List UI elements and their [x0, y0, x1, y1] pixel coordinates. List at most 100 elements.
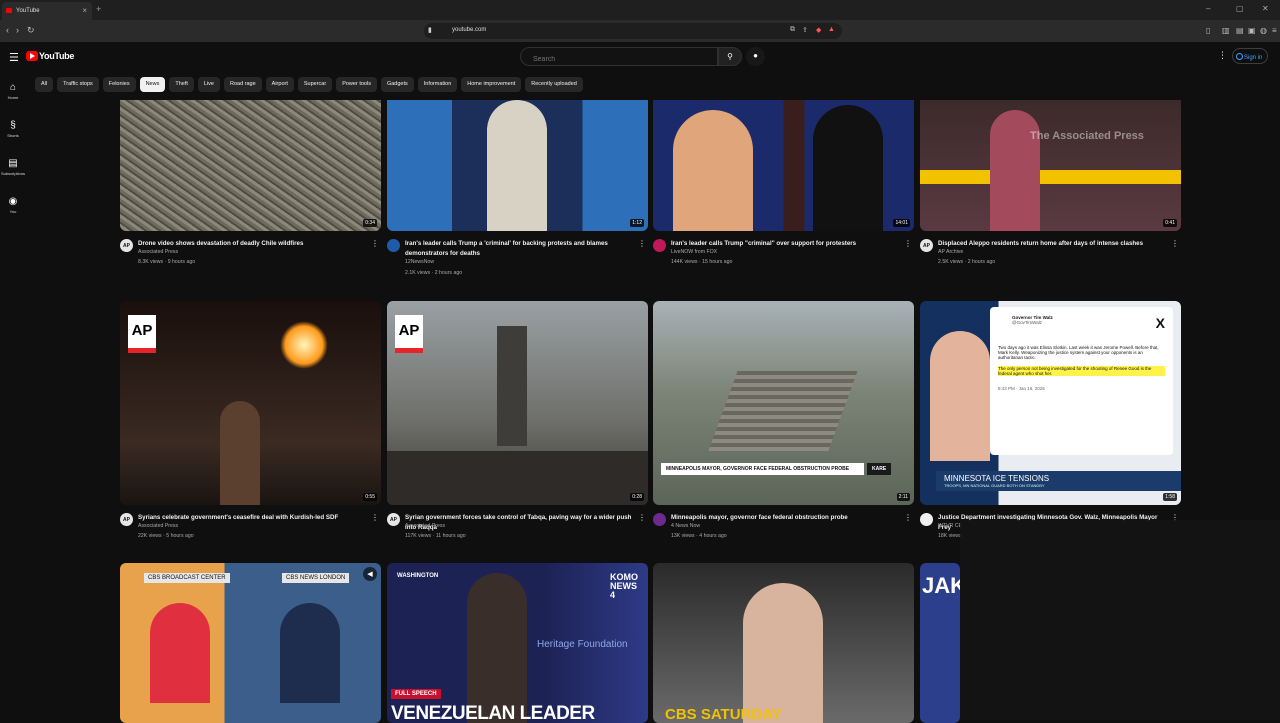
- share-icon[interactable]: ⇪: [802, 26, 808, 34]
- more-options-icon[interactable]: ⋮: [904, 513, 912, 522]
- channel-avatar[interactable]: [387, 239, 400, 252]
- channel-avatar[interactable]: AP: [120, 513, 133, 526]
- url-text[interactable]: youtube.com: [452, 27, 486, 33]
- video-thumbnail[interactable]: The Associated Press 0:41: [920, 100, 1181, 231]
- video-title[interactable]: Iran's leader calls Trump a 'criminal' f…: [405, 239, 637, 259]
- sidebar-item-home[interactable]: ⌂ Home: [0, 82, 26, 100]
- video-thumbnail[interactable]: CBS SATURDAY: [653, 563, 914, 723]
- extensions-icon[interactable]: ▥: [1222, 26, 1230, 35]
- video-card[interactable]: JAK: [920, 563, 960, 723]
- search-input[interactable]: [521, 51, 711, 63]
- mute-icon[interactable]: ◀: [363, 567, 377, 581]
- sidebar-item-subscriptions[interactable]: ▤ Subscriptions: [0, 158, 26, 176]
- minimize-icon[interactable]: –: [1206, 4, 1210, 13]
- channel-avatar[interactable]: AP: [120, 239, 133, 252]
- profile-icon[interactable]: ◍: [1260, 26, 1267, 35]
- wallet-icon[interactable]: ▣: [1248, 26, 1256, 35]
- video-card[interactable]: AP 0:55 AP Syrians celebrate government'…: [120, 301, 381, 555]
- video-thumbnail[interactable]: WASHINGTON KOMO NEWS 4 Heritage Foundati…: [387, 563, 648, 723]
- chip-home-improvement[interactable]: Home improvement: [461, 77, 522, 92]
- more-options-icon[interactable]: ⋮: [638, 239, 646, 248]
- video-thumbnail[interactable]: JAK: [920, 563, 960, 723]
- video-card[interactable]: 1:12 Iran's leader calls Trump a 'crimin…: [387, 100, 648, 281]
- channel-name[interactable]: LiveNOW from FOX: [671, 249, 717, 255]
- video-card[interactable]: X Governor Tim Walz @GovTimWalz Two days…: [920, 301, 1181, 555]
- video-card[interactable]: AP 0:28 AP Syrian government forces take…: [387, 301, 648, 555]
- new-tab-icon[interactable]: +: [96, 4, 101, 14]
- channel-avatar[interactable]: [653, 239, 666, 252]
- more-options-icon[interactable]: ⋮: [1171, 239, 1179, 248]
- search-button[interactable]: ⚲: [718, 47, 742, 66]
- video-thumbnail[interactable]: AP 0:28: [387, 301, 648, 505]
- sign-in-button[interactable]: Sign in: [1232, 48, 1268, 64]
- video-title[interactable]: Minneapolis mayor, governor face federal…: [671, 513, 903, 523]
- channel-name[interactable]: WTVR CE: [938, 523, 962, 529]
- video-card[interactable]: 0:34 AP Drone video shows devastation of…: [120, 100, 381, 281]
- video-thumbnail[interactable]: X Governor Tim Walz @GovTimWalz Two days…: [920, 301, 1181, 505]
- chip-felonies[interactable]: Felonies: [102, 77, 136, 92]
- chip-theft[interactable]: Theft: [169, 77, 194, 92]
- install-icon[interactable]: ⧉: [790, 26, 795, 34]
- maximize-icon[interactable]: ▢: [1236, 4, 1244, 13]
- video-card[interactable]: CBS BROADCAST CENTER CBS NEWS LONDON ◀: [120, 563, 381, 723]
- video-card[interactable]: The Associated Press 0:41 AP Displaced A…: [920, 100, 1181, 281]
- channel-name[interactable]: Associated Press: [138, 249, 178, 255]
- channel-avatar[interactable]: [653, 513, 666, 526]
- chip-gadgets[interactable]: Gadgets: [380, 77, 414, 92]
- video-card[interactable]: CBS SATURDAY: [653, 563, 914, 723]
- hamburger-menu-icon[interactable]: ☰: [9, 51, 19, 64]
- close-tab-icon[interactable]: ×: [82, 6, 87, 15]
- video-thumbnail[interactable]: CBS BROADCAST CENTER CBS NEWS LONDON ◀: [120, 563, 381, 723]
- more-options-icon[interactable]: ⋮: [904, 239, 912, 248]
- chip-power-tools[interactable]: Power tools: [336, 77, 377, 92]
- channel-avatar[interactable]: AP: [387, 513, 400, 526]
- close-window-icon[interactable]: ✕: [1262, 4, 1269, 13]
- reload-icon[interactable]: ↻: [27, 25, 35, 36]
- chip-airport[interactable]: Airport: [265, 77, 294, 92]
- video-title[interactable]: Displaced Aleppo residents return home a…: [938, 239, 1170, 249]
- video-title[interactable]: Iran's leader calls Trump "criminal" ove…: [671, 239, 903, 249]
- chip-traffic-stops[interactable]: Traffic stops: [57, 77, 99, 92]
- video-card[interactable]: MINNEAPOLIS MAYOR, GOVERNOR FACE FEDERAL…: [653, 301, 914, 555]
- video-card[interactable]: 14:01 Iran's leader calls Trump "crimina…: [653, 100, 914, 281]
- chip-live[interactable]: Live: [197, 77, 220, 92]
- settings-kebab-icon[interactable]: ⋮: [1218, 50, 1227, 61]
- youtube-logo[interactable]: YouTube: [26, 51, 74, 63]
- channel-name[interactable]: AP Archive: [938, 249, 963, 255]
- search-box[interactable]: [520, 47, 718, 66]
- more-options-icon[interactable]: ⋮: [638, 513, 646, 522]
- voice-search-button[interactable]: ●: [746, 47, 765, 66]
- chip-news[interactable]: News: [139, 77, 166, 92]
- channel-name[interactable]: Associated Press: [138, 523, 178, 529]
- video-thumbnail[interactable]: 14:01: [653, 100, 914, 231]
- chip-all[interactable]: All: [35, 77, 54, 92]
- channel-name[interactable]: 12NewsNow: [405, 259, 434, 265]
- chip-road-rage[interactable]: Road rage: [223, 77, 262, 92]
- video-title[interactable]: Syrians celebrate government's ceasefire…: [138, 513, 370, 523]
- back-icon[interactable]: ‹: [6, 25, 9, 35]
- downloads-icon[interactable]: ▤: [1236, 26, 1244, 35]
- video-title[interactable]: Drone video shows devastation of deadly …: [138, 239, 370, 249]
- video-card[interactable]: WASHINGTON KOMO NEWS 4 Heritage Foundati…: [387, 563, 648, 723]
- shield-icon[interactable]: ◆: [816, 26, 821, 34]
- browser-tab[interactable]: YouTube ×: [2, 2, 92, 20]
- channel-name[interactable]: Associated Press: [405, 523, 445, 529]
- more-options-icon[interactable]: ⋮: [371, 513, 379, 522]
- omnibox[interactable]: ▮ youtube.com ⧉ ⇪ ◆ ▲: [424, 23, 842, 39]
- browser-menu-icon[interactable]: ≡: [1272, 26, 1277, 35]
- chip-supercar[interactable]: Supercar: [297, 77, 333, 92]
- video-thumbnail[interactable]: 1:12: [387, 100, 648, 231]
- alert-icon[interactable]: ▲: [828, 26, 835, 33]
- channel-name[interactable]: 4 News Now: [671, 523, 700, 529]
- chip-recently-uploaded[interactable]: Recently uploaded: [525, 77, 583, 92]
- bookmark-icon[interactable]: ▮: [428, 26, 432, 34]
- sidebar-item-shorts[interactable]: § Shorts: [0, 120, 26, 138]
- video-thumbnail[interactable]: AP 0:55: [120, 301, 381, 505]
- sidebar-item-you[interactable]: ◉ You: [0, 196, 26, 214]
- channel-avatar[interactable]: [920, 513, 933, 526]
- chip-information[interactable]: Information: [417, 77, 458, 92]
- forward-icon[interactable]: ›: [16, 25, 19, 35]
- video-thumbnail[interactable]: MINNEAPOLIS MAYOR, GOVERNOR FACE FEDERAL…: [653, 301, 914, 505]
- more-options-icon[interactable]: ⋮: [371, 239, 379, 248]
- channel-avatar[interactable]: AP: [920, 239, 933, 252]
